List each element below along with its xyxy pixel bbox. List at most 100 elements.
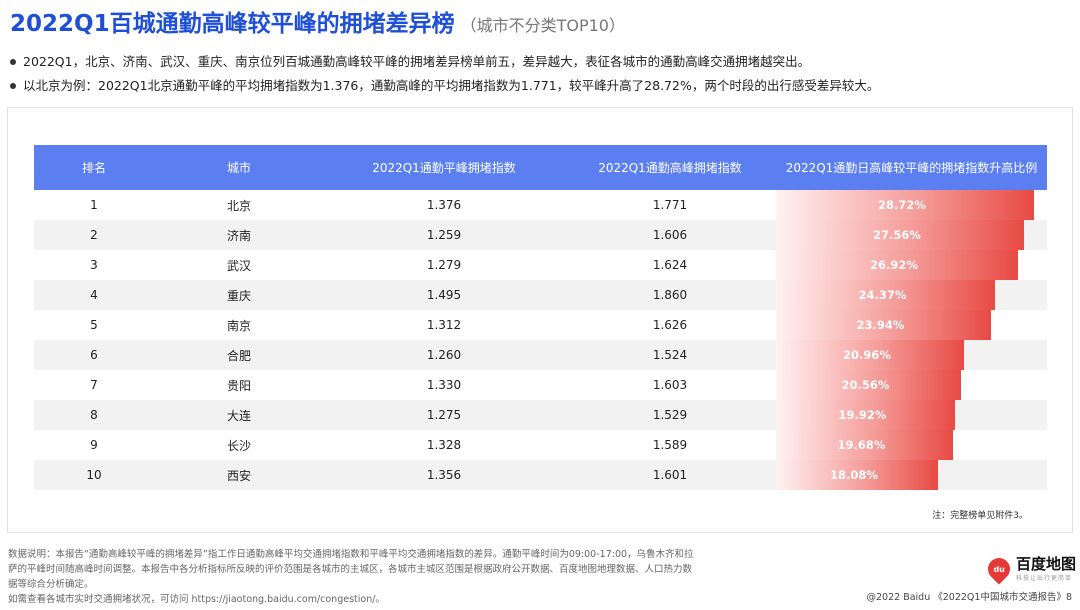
offpeak-index-cell: 1.279	[426, 258, 462, 272]
rank-cell: 4	[90, 288, 98, 302]
table-row: 10 西安 1.356 1.601 18.08%	[34, 460, 1047, 490]
city-cell: 重庆	[226, 288, 251, 303]
title-row: 2022Q1百城通勤高峰较平峰的拥堵差异榜 （城市不分类TOP10）	[10, 4, 625, 40]
city-cell: 北京	[226, 198, 251, 213]
city-cell: 武汉	[226, 258, 251, 273]
ratio-cell: 28.72%	[776, 190, 1047, 220]
table-header: 排名 城市 2022Q1通勤平峰拥堵指数 2022Q1通勤高峰拥堵指数 2022…	[34, 145, 1047, 190]
ratio-bar: 20.56%	[776, 370, 961, 400]
ratio-cell: 19.68%	[776, 430, 1047, 460]
ratio-cell: 20.96%	[776, 340, 1047, 370]
peak-index-cell: 1.601	[652, 468, 688, 482]
logo-pin-text: du	[993, 564, 1005, 574]
ratio-label: 20.56%	[841, 378, 890, 392]
rank-cell: 5	[90, 318, 98, 332]
ratio-cell: 24.37%	[776, 280, 1047, 310]
peak-index-cell: 1.606	[652, 228, 688, 242]
peak-index-cell: 1.771	[652, 198, 688, 212]
brand-slogan: 科技让出行更简单	[1016, 575, 1073, 582]
summary-bullets: 2022Q1，北京、济南、武汉、重庆、南京位列百城通勤高峰较平峰的拥堵差异榜单前…	[10, 50, 1070, 98]
table-note: 注：完整榜单见附件3。	[932, 511, 1028, 521]
offpeak-index-cell: 1.495	[426, 288, 462, 302]
page-title: 2022Q1百城通勤高峰较平峰的拥堵差异榜	[10, 11, 455, 37]
data-footnote: 数据说明：本报告“通勤高峰较平峰的拥堵差异”指工作日通勤高峰平均交通拥堵指数和平…	[8, 547, 698, 607]
rank-cell: 7	[90, 378, 98, 392]
bullet-item: 以北京为例：2022Q1北京通勤平峰的平均拥堵指数为1.376，通勤高峰的平均拥…	[10, 74, 1070, 98]
ratio-cell: 19.92%	[776, 400, 1047, 430]
ratio-label: 27.56%	[873, 228, 921, 242]
ratio-label: 28.72%	[878, 198, 926, 212]
ratio-cell: 27.56%	[776, 220, 1047, 250]
footnote-link-text: 如需查看各城市实时交通拥堵状况，可访问 https://jiaotong.bai…	[8, 594, 385, 605]
ratio-label: 26.92%	[870, 258, 918, 272]
table-row: 1 北京 1.376 1.771 28.72%	[34, 190, 1047, 220]
ratio-label: 20.96%	[843, 348, 891, 362]
city-cell: 合肥	[226, 348, 251, 363]
logo-text: 百度地图 科技让出行更简单	[1016, 555, 1077, 583]
peak-index-cell: 1.589	[652, 438, 688, 452]
offpeak-index-cell: 1.259	[426, 228, 462, 242]
rank-cell: 6	[90, 348, 98, 362]
peak-index-cell: 1.624	[652, 258, 688, 272]
rank-cell: 2	[90, 228, 98, 242]
map-pin-icon: du	[983, 553, 1015, 585]
ratio-cell: 20.56%	[776, 370, 1047, 400]
peak-index-cell: 1.529	[652, 408, 688, 422]
brand-name: 百度地图	[1016, 555, 1077, 573]
table-panel: 排名 城市 2022Q1通勤平峰拥堵指数 2022Q1通勤高峰拥堵指数 2022…	[7, 107, 1073, 533]
ratio-label: 18.08%	[830, 468, 878, 482]
header-city: 城市	[226, 161, 251, 175]
offpeak-index-cell: 1.330	[426, 378, 462, 392]
bullet-item: 2022Q1，北京、济南、武汉、重庆、南京位列百城通勤高峰较平峰的拥堵差异榜单前…	[10, 50, 1070, 74]
footnote-description: 数据说明：本报告“通勤高峰较平峰的拥堵差异”指工作日通勤高峰平均交通拥堵指数和平…	[8, 549, 694, 590]
ratio-cell: 26.92%	[776, 250, 1047, 280]
rank-cell: 10	[86, 468, 102, 482]
rank-cell: 1	[90, 198, 98, 212]
city-cell: 西安	[226, 468, 251, 483]
header-increase-ratio: 2022Q1通勤日高峰较平峰的拥堵指数升高比例	[785, 161, 1038, 175]
city-cell: 大连	[226, 408, 251, 423]
header-rank: 排名	[81, 161, 106, 175]
ratio-bar: 19.68%	[776, 430, 953, 460]
header-peak-index: 2022Q1通勤高峰拥堵指数	[598, 161, 742, 175]
city-cell: 长沙	[226, 438, 251, 453]
peak-index-cell: 1.860	[652, 288, 688, 302]
ratio-label: 19.68%	[837, 438, 886, 452]
ratio-cell: 18.08%	[776, 460, 1047, 490]
rank-cell: 8	[90, 408, 98, 422]
bullet-text: 2022Q1，北京、济南、武汉、重庆、南京位列百城通勤高峰较平峰的拥堵差异榜单前…	[23, 54, 811, 69]
table-row: 2 济南 1.259 1.606 27.56%	[34, 220, 1047, 250]
ratio-bar: 28.72%	[776, 190, 1034, 220]
ratio-bar: 26.92%	[776, 250, 1018, 280]
copyright: @2022 Baidu 《2022Q1中国城市交通报告》8	[866, 592, 1073, 603]
city-cell: 南京	[226, 318, 251, 333]
bullet-dot-icon	[10, 82, 16, 89]
table-row: 4 重庆 1.495 1.860 24.37%	[34, 280, 1047, 310]
bullet-dot-icon	[10, 58, 16, 65]
rank-cell: 9	[90, 438, 98, 452]
ratio-bar: 20.96%	[776, 340, 964, 370]
page-subtitle: （城市不分类TOP10）	[460, 16, 625, 35]
table-body: 1 北京 1.376 1.771 28.72% 2 济南 1.259 1.606 27.56% 3 武…	[34, 190, 1047, 490]
offpeak-index-cell: 1.328	[426, 438, 462, 452]
ratio-cell: 23.94%	[776, 310, 1047, 340]
bullet-text: 以北京为例：2022Q1北京通勤平峰的平均拥堵指数为1.376，通勤高峰的平均拥…	[23, 78, 880, 93]
table-row: 6 合肥 1.260 1.524 20.96%	[34, 340, 1047, 370]
offpeak-index-cell: 1.260	[426, 348, 462, 362]
city-cell: 济南	[226, 228, 251, 243]
city-cell: 贵阳	[226, 378, 251, 393]
baidu-map-logo: du 百度地图 科技让出行更简单	[983, 553, 1077, 585]
ratio-bar: 24.37%	[776, 280, 995, 310]
ratio-bar: 18.08%	[776, 460, 938, 490]
offpeak-index-cell: 1.312	[426, 318, 462, 332]
ratio-label: 19.92%	[838, 408, 887, 422]
peak-index-cell: 1.524	[652, 348, 688, 362]
ratio-bar: 27.56%	[776, 220, 1024, 250]
offpeak-index-cell: 1.356	[426, 468, 462, 482]
ratio-bar: 23.94%	[776, 310, 991, 340]
table-row: 9 长沙 1.328 1.589 19.68%	[34, 430, 1047, 460]
peak-index-cell: 1.603	[652, 378, 688, 392]
table-row: 5 南京 1.312 1.626 23.94%	[34, 310, 1047, 340]
table-row: 7 贵阳 1.330 1.603 20.56%	[34, 370, 1047, 400]
ratio-label: 24.37%	[858, 288, 907, 302]
